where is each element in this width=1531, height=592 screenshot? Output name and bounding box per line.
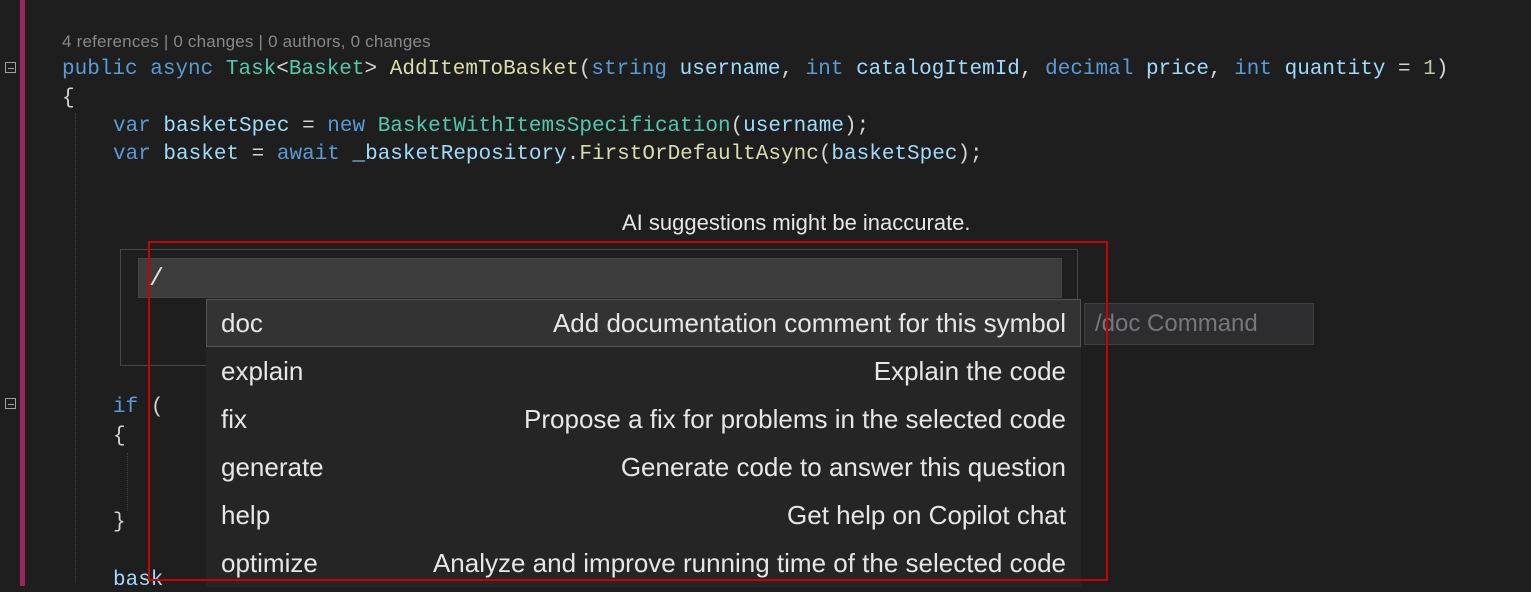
code-line-basketspec: var basketSpec = new BasketWithItemsSpec… <box>113 113 869 141</box>
ai-command-name: fix <box>221 404 247 435</box>
indent-guide <box>75 113 76 583</box>
ai-command-list: doc Add documentation comment for this s… <box>206 299 1081 587</box>
ai-command-name: doc <box>221 308 263 339</box>
code-line-basket: var basket = await _basketRepository.Fir… <box>113 141 983 169</box>
ai-warning-label: AI suggestions might be inaccurate. <box>622 210 971 236</box>
ai-command-desc: Analyze and improve running time of the … <box>318 548 1066 579</box>
code-fragment-bask: bask <box>113 569 163 592</box>
fold-icon[interactable] <box>5 398 16 409</box>
ai-command-desc: Get help on Copilot chat <box>270 500 1066 531</box>
code-line-brace: { <box>62 85 75 113</box>
ai-command-name: help <box>221 500 270 531</box>
ai-command-item-fix[interactable]: fix Propose a fix for problems in the se… <box>206 395 1081 443</box>
indent-guide <box>127 453 128 511</box>
ai-command-item-doc[interactable]: doc Add documentation comment for this s… <box>206 299 1081 347</box>
ai-command-item-explain[interactable]: explain Explain the code <box>206 347 1081 395</box>
change-margin <box>20 0 25 586</box>
ai-command-tooltip: /doc Command <box>1084 303 1314 345</box>
ai-command-item-generate[interactable]: generate Generate code to answer this qu… <box>206 443 1081 491</box>
ai-command-desc: Propose a fix for problems in the select… <box>247 404 1066 435</box>
ai-command-item-optimize[interactable]: optimize Analyze and improve running tim… <box>206 539 1081 587</box>
ai-command-input[interactable] <box>138 258 1062 298</box>
ai-command-desc: Add documentation comment for this symbo… <box>263 308 1066 339</box>
ai-command-name: generate <box>221 452 324 483</box>
ai-command-name: explain <box>221 356 303 387</box>
code-fragment-if: if ( <box>113 396 163 419</box>
code-line-signature: public async Task<Basket> AddItemToBaske… <box>62 56 1448 84</box>
code-fragment-lbrace: { <box>113 425 126 448</box>
ai-command-name: optimize <box>221 548 318 579</box>
ai-command-item-help[interactable]: help Get help on Copilot chat <box>206 491 1081 539</box>
ai-command-desc: Generate code to answer this question <box>324 452 1066 483</box>
code-fragment-rbrace: } <box>113 511 126 534</box>
ai-command-desc: Explain the code <box>303 356 1066 387</box>
fold-icon[interactable] <box>5 62 16 73</box>
codelens-info[interactable]: 4 references | 0 changes | 0 authors, 0 … <box>62 32 431 52</box>
editor-gutter <box>0 0 18 586</box>
